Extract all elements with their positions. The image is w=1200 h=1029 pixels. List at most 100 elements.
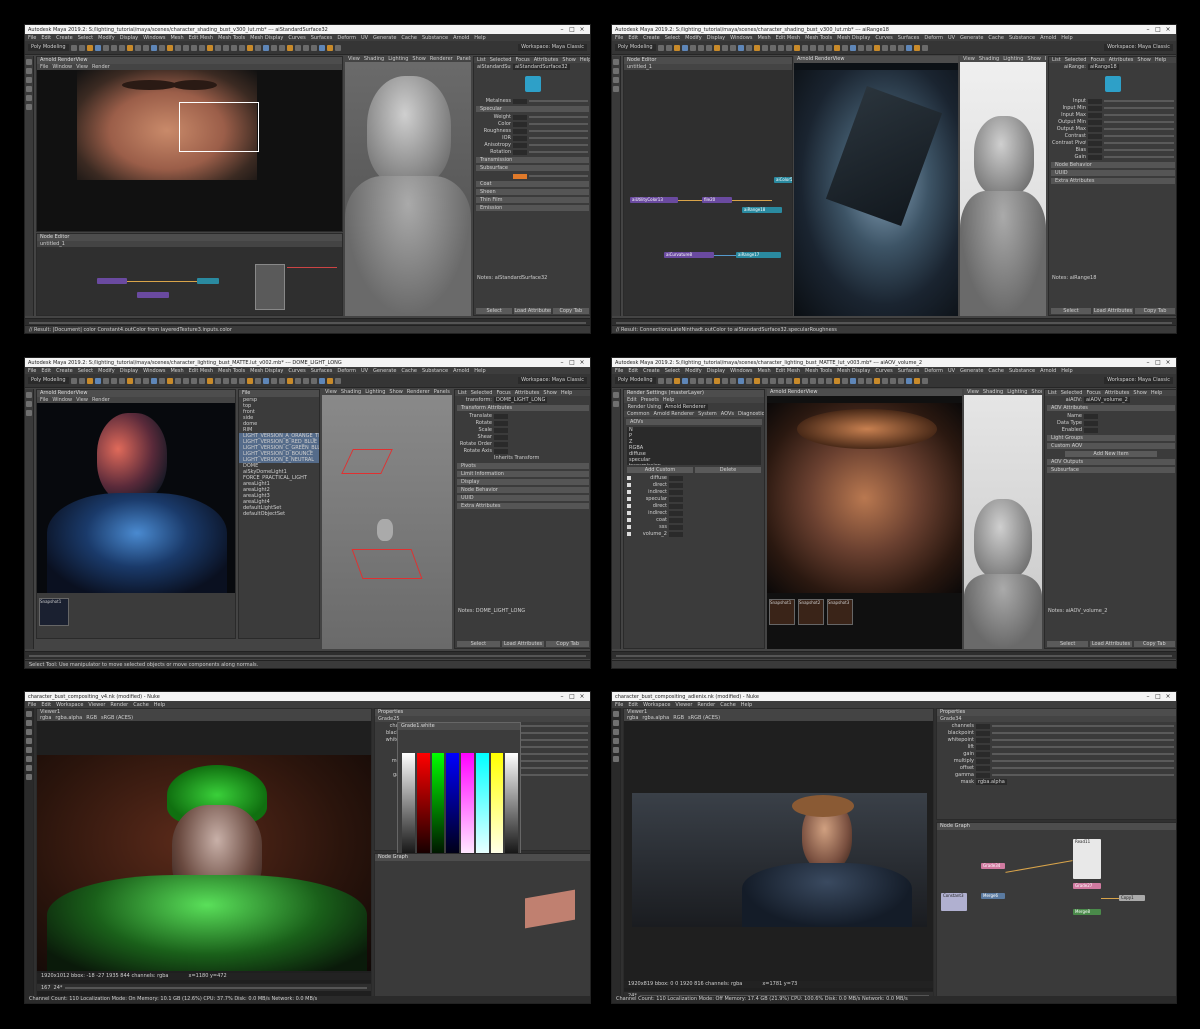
- shelf-tool-icon[interactable]: [310, 44, 317, 51]
- mask-dropdown[interactable]: rgba.alpha: [976, 779, 1007, 785]
- shelf-tool-icon[interactable]: [222, 377, 229, 384]
- viewport-menu-item[interactable]: Renderer: [407, 389, 430, 395]
- attr-menu-item[interactable]: Selected: [490, 57, 512, 63]
- shelf-tool-icon[interactable]: [134, 44, 141, 51]
- shelf-tool-icon[interactable]: [190, 44, 197, 51]
- aov-enabled-checkbox[interactable]: [627, 511, 631, 515]
- shelf-tool-icon[interactable]: [318, 44, 325, 51]
- shelf-tool-icon[interactable]: [126, 44, 133, 51]
- shelf-tool-icon[interactable]: [110, 377, 117, 384]
- attr-field[interactable]: [494, 427, 508, 433]
- node-file20[interactable]: file20: [702, 197, 732, 203]
- menu-item[interactable]: Deform: [337, 35, 356, 41]
- shelf-tool-icon[interactable]: [286, 44, 293, 51]
- viewport-menu-item[interactable]: Shading: [364, 56, 384, 62]
- shelf-tool-icon[interactable]: [334, 44, 341, 51]
- menu-item[interactable]: UV: [361, 368, 368, 374]
- attr-menu-item[interactable]: Attributes: [1105, 390, 1130, 396]
- workspace-selector[interactable]: Workspace: Maya Classic: [518, 44, 587, 51]
- menu-item[interactable]: Curves: [288, 368, 305, 374]
- attr-slider[interactable]: [1104, 142, 1174, 144]
- shelf-tool-icon[interactable]: [142, 377, 149, 384]
- menu-item[interactable]: Substance: [422, 368, 448, 374]
- menu-item[interactable]: Viewer: [88, 702, 105, 708]
- close-icon[interactable]: ×: [1163, 693, 1173, 700]
- node-aiUtilityColor13[interactable]: aiUtilityColor13: [630, 197, 678, 203]
- aov-row[interactable]: volume_2: [624, 531, 764, 537]
- shelf-tool-icon[interactable]: [94, 44, 101, 51]
- section-sheen[interactable]: Sheen: [476, 189, 589, 195]
- shelf-tool-icon[interactable]: [326, 377, 333, 384]
- shelf-tool-icon[interactable]: [238, 377, 245, 384]
- menu-item[interactable]: Help: [154, 702, 165, 708]
- menu-item[interactable]: Mesh: [170, 35, 183, 41]
- shelf-tool-icon[interactable]: [881, 377, 888, 384]
- shelf-tool-icon[interactable]: [158, 377, 165, 384]
- aov-type-dropdown[interactable]: [669, 503, 683, 509]
- select-tool-icon[interactable]: [613, 392, 619, 398]
- shelf-tool-icon[interactable]: [294, 377, 301, 384]
- shelf-tool-icon[interactable]: [198, 377, 205, 384]
- add-custom-button[interactable]: Add Custom: [627, 467, 693, 473]
- section-aov-outputs[interactable]: AOV Outputs: [1047, 459, 1175, 465]
- load-attributes-button[interactable]: Load Attributes: [1090, 641, 1132, 647]
- render-settings-tab[interactable]: Diagnostics: [738, 411, 764, 417]
- shelf-tool-icon[interactable]: [761, 44, 768, 51]
- workspace-selector[interactable]: Workspace: Maya Classic: [518, 377, 587, 384]
- merge-icon[interactable]: [26, 774, 32, 780]
- menu-item[interactable]: Help: [741, 702, 752, 708]
- node-merge8[interactable]: Merge8: [1073, 909, 1101, 915]
- filter-icon[interactable]: [613, 756, 619, 762]
- section-coat[interactable]: Coat: [476, 181, 589, 187]
- shelf-tool-icon[interactable]: [785, 44, 792, 51]
- menu-item[interactable]: Generate: [960, 35, 983, 41]
- menu-item[interactable]: Substance: [1009, 368, 1035, 374]
- shelf-tool-icon[interactable]: [166, 44, 173, 51]
- shelf-tool-icon[interactable]: [913, 44, 920, 51]
- viewport-menu-item[interactable]: Lighting: [365, 389, 385, 395]
- render-settings-tab[interactable]: Arnold Renderer: [654, 411, 695, 417]
- aov-enabled-checkbox[interactable]: [627, 497, 631, 501]
- shelf-tool-icon[interactable]: [150, 377, 157, 384]
- section-uuid[interactable]: UUID: [457, 495, 589, 501]
- shelf-tool-icon[interactable]: [310, 377, 317, 384]
- attr-field[interactable]: [976, 772, 990, 778]
- node-name-field[interactable]: DOME_LIGHT_LONG: [494, 397, 548, 403]
- shelf-tool-icon[interactable]: [230, 44, 237, 51]
- shelf-tool-icon[interactable]: [849, 377, 856, 384]
- shelf-tool-icon[interactable]: [745, 377, 752, 384]
- attr-field[interactable]: [494, 441, 508, 447]
- attr-slider[interactable]: [1104, 128, 1174, 130]
- aov-enabled-checkbox[interactable]: [627, 504, 631, 508]
- shelf-tool-icon[interactable]: [921, 377, 928, 384]
- shelf-tool-icon[interactable]: [753, 44, 760, 51]
- attr-field[interactable]: [513, 149, 527, 155]
- menu-item[interactable]: Help: [1061, 368, 1072, 374]
- aov-type-dropdown[interactable]: [669, 482, 683, 488]
- menu-item[interactable]: Windows: [730, 368, 752, 374]
- shelf-tool-icon[interactable]: [817, 44, 824, 51]
- maximize-icon[interactable]: □: [1153, 359, 1163, 366]
- menu-item[interactable]: Mesh: [757, 35, 770, 41]
- attr-menu-item[interactable]: Help: [580, 57, 590, 63]
- shelf-tool-icon[interactable]: [857, 44, 864, 51]
- aov-row[interactable]: indirect: [624, 489, 764, 495]
- region-selection[interactable]: [179, 102, 259, 152]
- menu-item[interactable]: UV: [361, 35, 368, 41]
- shelf-tool-icon[interactable]: [70, 377, 77, 384]
- menu-item[interactable]: Mesh: [170, 368, 183, 374]
- viewport-menu-item[interactable]: Shading: [979, 56, 999, 62]
- render-settings-tab[interactable]: AOVs: [721, 411, 734, 417]
- minimize-icon[interactable]: –: [1143, 359, 1153, 366]
- shelf-tab[interactable]: Poly Modeling: [28, 44, 69, 51]
- shelf-tool-icon[interactable]: [769, 377, 776, 384]
- shelf-tool-icon[interactable]: [713, 44, 720, 51]
- attr-menu-item[interactable]: Selected: [1065, 57, 1087, 63]
- menu-item[interactable]: Modify: [685, 368, 702, 374]
- attr-menu-item[interactable]: Focus: [496, 390, 510, 396]
- graph-node[interactable]: [137, 292, 169, 298]
- shelf-tool-icon[interactable]: [78, 44, 85, 51]
- shelf-tool-icon[interactable]: [921, 44, 928, 51]
- menu-item[interactable]: Edit: [41, 368, 51, 374]
- node-editor-tab[interactable]: untitled_1: [624, 64, 792, 70]
